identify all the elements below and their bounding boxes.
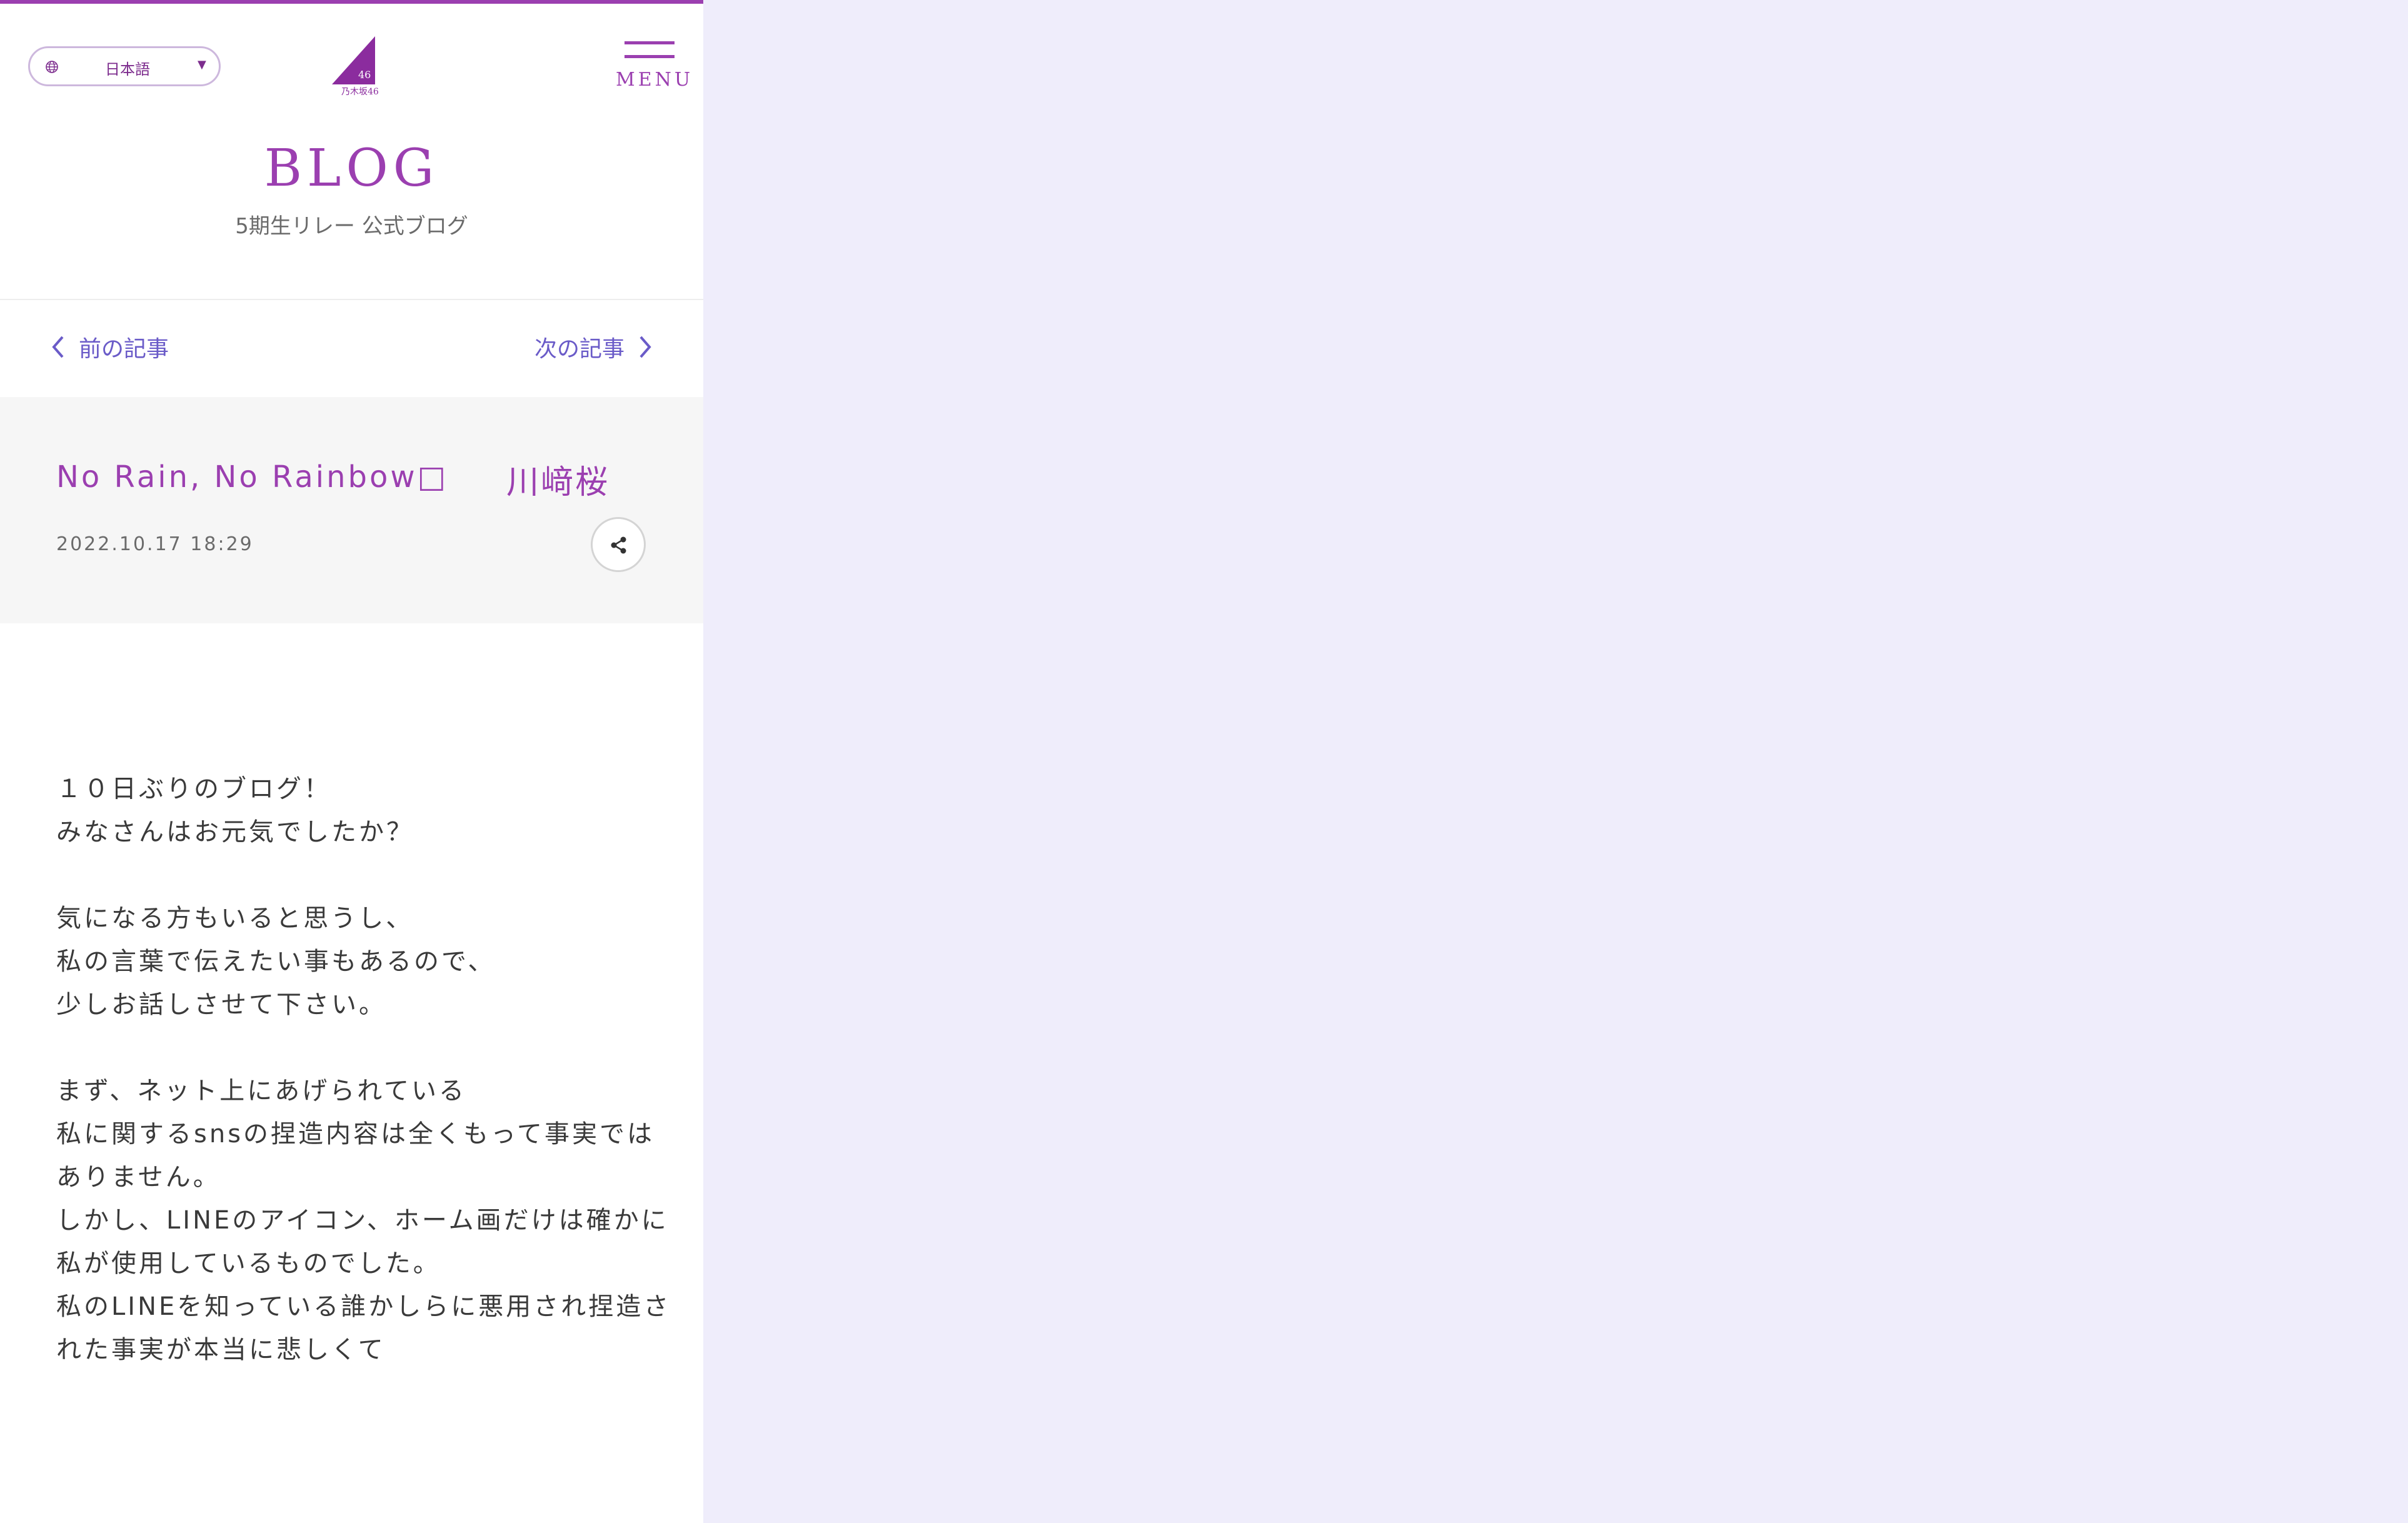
entry-title: No Rain, No Rainbow□ — [56, 460, 448, 495]
body-line: れた事実が本当に悲しくて — [56, 1335, 386, 1364]
body-line: 私に関するsnsの捏造内容は全くもって事実では — [56, 1120, 655, 1149]
share-icon — [611, 536, 626, 554]
body-line: ありません。 — [56, 1163, 221, 1192]
entry-author[interactable]: 川﨑桜 — [506, 456, 610, 503]
body-line: みなさんはお元気でしたか？ — [56, 818, 414, 847]
blog-page: 日本語 ▼ 46 乃木坂46 MENU BLOG 5期生リレー 公式ブログ 前の… — [0, 0, 703, 1523]
language-label: 日本語 — [105, 61, 150, 78]
hamburger-icon-bar — [625, 41, 675, 44]
page-subtitle: 5期生リレー 公式ブログ — [235, 214, 468, 239]
chevron-right-icon — [640, 336, 651, 358]
chevron-down-icon: ▼ — [198, 58, 206, 71]
chevron-left-icon — [52, 336, 64, 358]
site-logo[interactable]: 46 乃木坂46 — [328, 34, 379, 97]
menu-button[interactable]: MENU — [616, 39, 694, 95]
logo-wordmark: 乃木坂46 — [341, 87, 378, 97]
page-title: BLOG — [264, 139, 439, 198]
language-selector[interactable]: 日本語 ▼ — [28, 46, 221, 86]
body-line: まず、ネット上にあげられている — [56, 1077, 466, 1105]
prev-article-label: 前の記事 — [79, 336, 169, 362]
svg-text:46: 46 — [358, 69, 371, 81]
share-button[interactable] — [591, 517, 646, 572]
body-line: １０日ぶりのブログ！ — [56, 775, 331, 803]
body-line: 私のLINEを知っている誰かしらに悪用され捏造さ — [56, 1292, 671, 1321]
body-line: 私が使用しているものでした。 — [56, 1249, 441, 1278]
entry-header: No Rain, No Rainbow□ 川﨑桜 2022.10.17 18:2… — [0, 397, 703, 623]
body-line: 私の言葉で伝えたい事もあるので、 — [56, 947, 496, 976]
divider — [0, 299, 703, 300]
next-article-link[interactable]: 次の記事 — [534, 331, 653, 363]
prev-article-link[interactable]: 前の記事 — [50, 331, 169, 363]
entry-date: 2022.10.17 18:29 — [56, 533, 254, 555]
top-accent-bar — [0, 0, 703, 4]
globe-icon — [44, 59, 59, 74]
menu-label: MENU — [616, 69, 694, 91]
hamburger-icon-bar — [625, 55, 675, 58]
body-line: 少しお話しさせて下さい。 — [56, 990, 386, 1019]
body-line: 気になる方もいると思うし、 — [56, 904, 414, 933]
next-article-label: 次の記事 — [534, 336, 625, 362]
entry-body: １０日ぶりのブログ！ みなさんはお元気でしたか？ 気になる方もいると思うし、私の言葉… — [56, 768, 669, 1372]
body-line: しかし、LINEのアイコン、ホーム画だけは確かに — [56, 1206, 669, 1235]
